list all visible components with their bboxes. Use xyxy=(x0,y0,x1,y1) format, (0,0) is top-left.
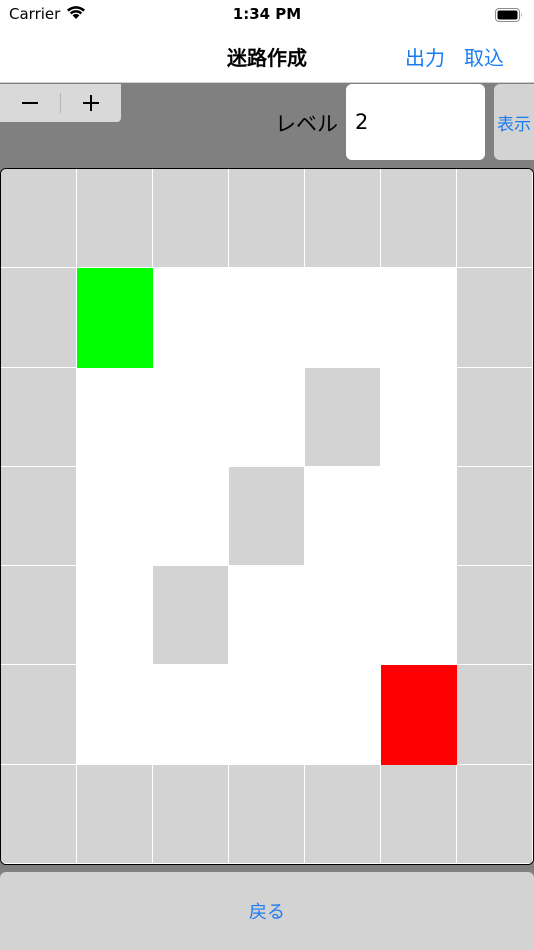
increment-button[interactable] xyxy=(61,84,121,122)
maze-cell-wall[interactable] xyxy=(229,169,305,269)
minus-icon xyxy=(22,102,38,104)
plus-icon xyxy=(83,95,99,111)
maze-cell-path[interactable] xyxy=(153,466,229,567)
maze-cell-wall[interactable] xyxy=(1,169,77,269)
maze-cell-path[interactable] xyxy=(153,665,229,765)
maze-cell-path[interactable] xyxy=(77,566,153,666)
maze-cell-wall[interactable] xyxy=(1,566,77,666)
maze-cell-wall[interactable] xyxy=(153,764,229,864)
maze-cell-path[interactable] xyxy=(305,665,381,765)
maze-cell-path[interactable] xyxy=(381,268,457,368)
status-time: 1:34 PM xyxy=(232,5,302,23)
maze-cell-path[interactable] xyxy=(229,566,305,666)
maze-cell-wall[interactable] xyxy=(1,268,77,368)
maze-cell-wall[interactable] xyxy=(153,169,229,269)
maze-cell-path[interactable] xyxy=(381,566,457,666)
maze-cell-wall[interactable] xyxy=(305,169,381,269)
import-button[interactable]: 取込 xyxy=(464,42,504,71)
maze-cell-path[interactable] xyxy=(77,466,153,567)
maze-cell-path[interactable] xyxy=(305,268,381,368)
maze-cell-wall[interactable] xyxy=(305,764,381,864)
maze-cell-wall[interactable] xyxy=(77,169,153,269)
maze-cell-wall[interactable] xyxy=(1,764,77,864)
maze-cell-wall[interactable] xyxy=(381,169,457,269)
maze-cell-wall[interactable] xyxy=(457,665,533,765)
maze-cell-wall[interactable] xyxy=(457,268,533,368)
maze-cell-start[interactable] xyxy=(77,268,153,368)
maze-cell-path[interactable] xyxy=(229,665,305,765)
maze-cell-wall[interactable] xyxy=(457,169,533,269)
show-button[interactable]: 表示 xyxy=(494,84,534,160)
maze-grid xyxy=(0,168,534,865)
maze-cell-wall[interactable] xyxy=(381,764,457,864)
maze-cell-wall[interactable] xyxy=(77,764,153,864)
level-label: レベル xyxy=(275,112,338,136)
maze-cell-path[interactable] xyxy=(381,367,457,467)
maze-cell-path[interactable] xyxy=(305,566,381,666)
maze-cell-wall[interactable] xyxy=(457,764,533,864)
maze-cell-wall[interactable] xyxy=(457,367,533,467)
back-button[interactable]: 戻る xyxy=(0,872,534,950)
maze-cell-path[interactable] xyxy=(381,466,457,567)
maze-cell-path[interactable] xyxy=(153,268,229,368)
navigation-bar: 迷路作成 出力 取込 xyxy=(0,28,534,83)
level-input[interactable] xyxy=(346,84,485,160)
maze-cell-wall[interactable] xyxy=(1,665,77,765)
maze-cell-path[interactable] xyxy=(153,367,229,467)
maze-cell-wall[interactable] xyxy=(153,566,229,666)
maze-cell-wall[interactable] xyxy=(457,566,533,666)
maze-cell-path[interactable] xyxy=(305,466,381,567)
maze-cell-wall[interactable] xyxy=(1,367,77,467)
maze-cell-path[interactable] xyxy=(77,367,153,467)
maze-cell-wall[interactable] xyxy=(305,367,381,467)
output-button[interactable]: 出力 xyxy=(405,42,445,71)
maze-cell-path[interactable] xyxy=(229,268,305,368)
decrement-button[interactable] xyxy=(0,84,60,122)
status-bar: Carrier 1:34 PM xyxy=(0,0,534,28)
maze-cell-path[interactable] xyxy=(229,367,305,467)
maze-cell-path[interactable] xyxy=(77,665,153,765)
maze-cell-goal[interactable] xyxy=(381,665,457,765)
level-stepper xyxy=(0,84,121,122)
maze-cell-wall[interactable] xyxy=(1,466,77,567)
maze-cell-wall[interactable] xyxy=(229,764,305,864)
battery-icon xyxy=(495,7,523,22)
maze-cell-wall[interactable] xyxy=(229,466,305,567)
maze-cell-wall[interactable] xyxy=(457,466,533,567)
page-title: 迷路作成 xyxy=(227,46,307,70)
